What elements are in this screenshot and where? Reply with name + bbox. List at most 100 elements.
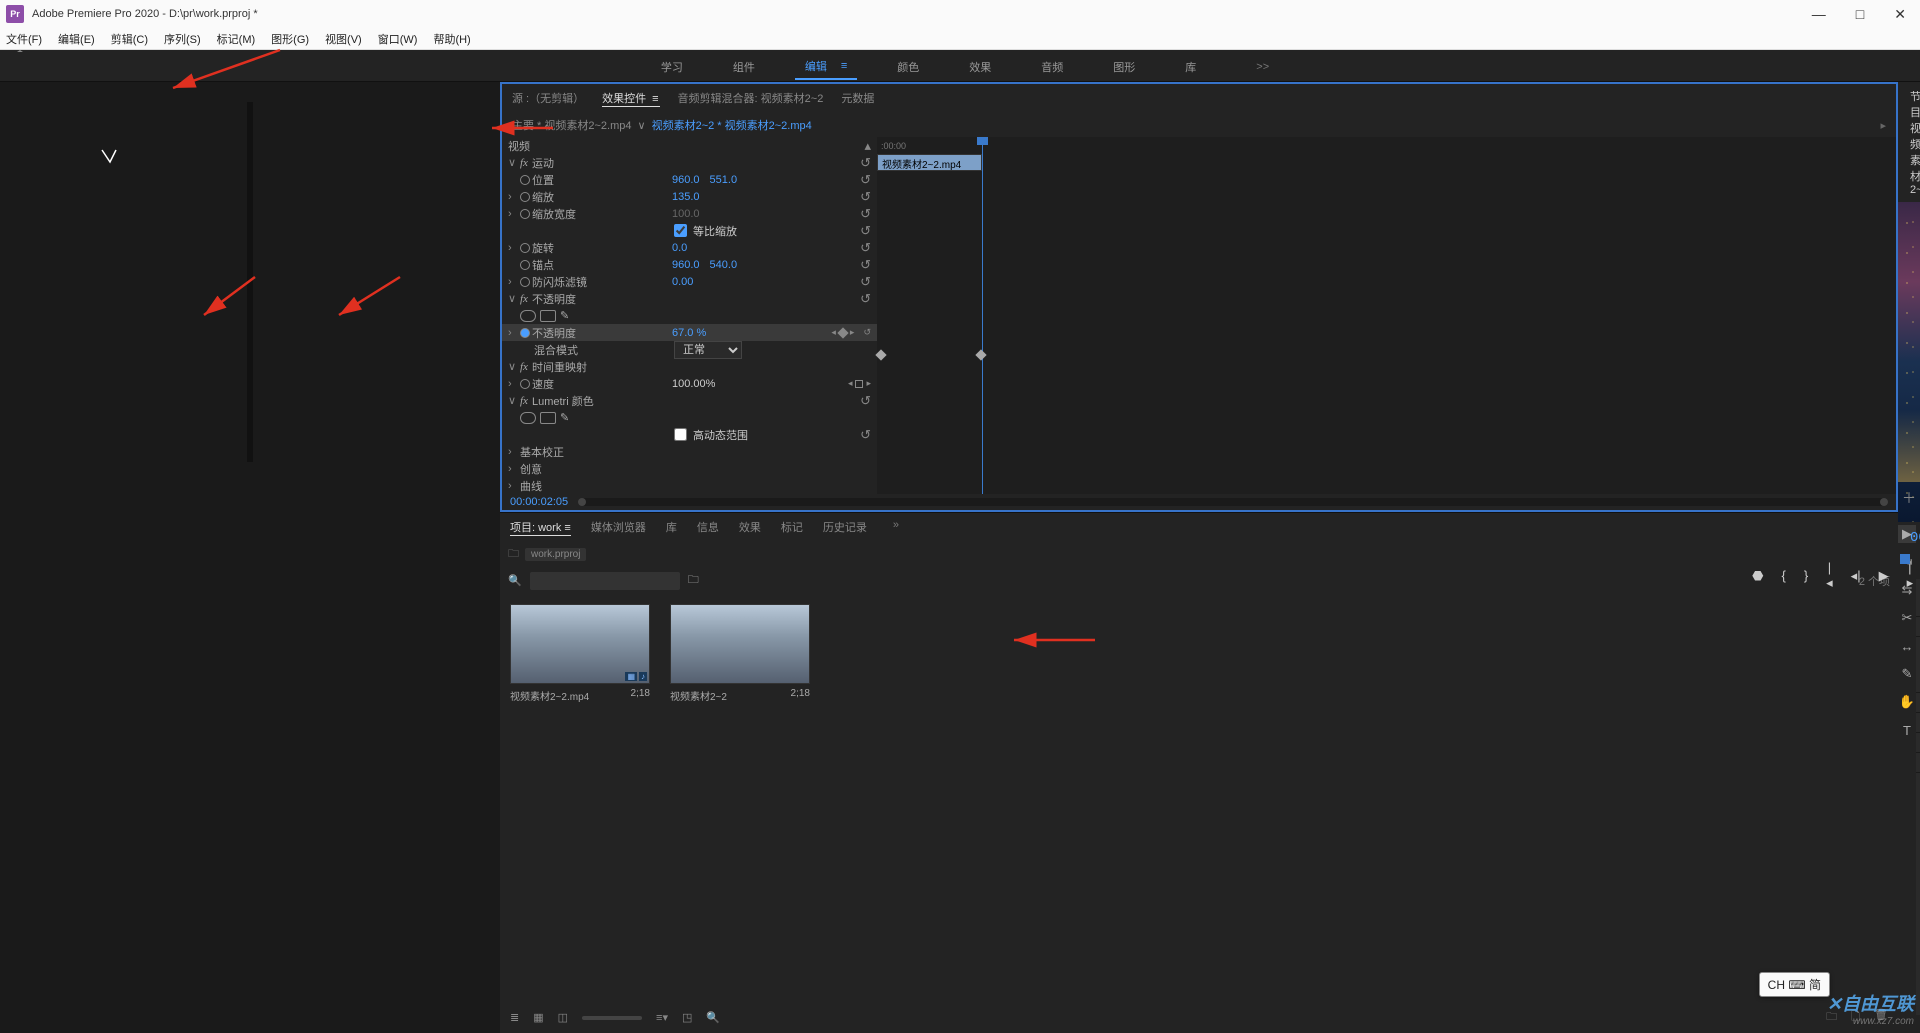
menu-clip[interactable]: 剪辑(C) [111, 31, 148, 47]
list-view-icon[interactable]: ≣ [510, 1011, 519, 1024]
razor-tool[interactable]: ✂ [1898, 609, 1916, 627]
auto-seq-icon[interactable]: ◳ [682, 1011, 692, 1024]
pen-mask-icon[interactable]: ✎ [560, 411, 569, 424]
type-tool[interactable]: T [1898, 721, 1916, 739]
ws-effects[interactable]: 效果 [959, 55, 1001, 79]
pos-y[interactable]: 551.0 [710, 174, 738, 186]
reset-icon[interactable]: ↺ [860, 274, 871, 290]
prop-hdr[interactable]: 高动态范围↺ [502, 426, 877, 443]
track-v2[interactable]: 🔒V2▣👁 [1916, 617, 1920, 637]
pen-tool[interactable]: ✎ [1898, 665, 1916, 683]
bracket-out-icon[interactable]: } [1804, 568, 1808, 583]
tab-info[interactable]: 信息 [697, 519, 719, 536]
anchor-y[interactable]: 540.0 [710, 259, 738, 271]
menu-help[interactable]: 帮助(H) [433, 31, 470, 47]
stopwatch-icon[interactable] [520, 243, 530, 253]
tab-source[interactable]: 源 :（无剪辑） [512, 90, 584, 107]
prop-uniform-scale[interactable]: 等比缩放↺ [502, 222, 877, 239]
lumetri-basic[interactable]: ›基本校正 [502, 443, 877, 460]
fx-clip-bar[interactable]: 视频素材2~2.mp4 [877, 154, 982, 171]
fx-timeline[interactable]: :00:00 视频素材2~2.mp4 [877, 137, 1896, 494]
menu-window[interactable]: 窗口(W) [378, 31, 418, 47]
bracket-in-icon[interactable]: { [1781, 568, 1785, 583]
uniform-checkbox[interactable] [674, 224, 687, 237]
reset-icon[interactable]: ↺ [860, 223, 871, 239]
search-input[interactable] [530, 572, 680, 590]
track-a1[interactable]: 🔒A1MS🎤 [1916, 693, 1920, 713]
rect-mask-icon[interactable] [540, 412, 556, 424]
track-a3[interactable]: 🔒A3MS🎤 [1916, 733, 1920, 753]
minimize-button[interactable]: — [1812, 6, 1826, 23]
next-kf-icon[interactable]: ▸ [850, 327, 855, 338]
prop-speed[interactable]: ›速度100.00% ◂▸ [502, 375, 877, 392]
fx-opacity[interactable]: ∨fx不透明度↺ [502, 290, 877, 307]
freeform-view-icon[interactable]: ◫ [558, 1011, 568, 1024]
keyframe-diamond[interactable] [875, 349, 886, 360]
track-v1[interactable]: 🔒 V1 视频1 ◂◇▸ [1916, 637, 1920, 693]
track-mix[interactable]: 🔒主声道0.0▸◂ [1916, 753, 1920, 773]
prop-rotation[interactable]: ›旋转0.0↺ [502, 239, 877, 256]
prop-anchor[interactable]: 锚点960.0540.0↺ [502, 256, 877, 273]
playhead-icon[interactable] [1900, 554, 1910, 564]
blend-mode-select[interactable]: 正常 [674, 341, 742, 359]
reset-icon[interactable]: ↺ [860, 240, 871, 256]
add-kf-icon[interactable] [837, 327, 848, 338]
reset-icon[interactable]: ↺ [860, 172, 871, 188]
scale-value[interactable]: 135.0 [672, 191, 700, 203]
pen-mask-icon[interactable]: ✎ [560, 309, 569, 322]
tab-libraries[interactable]: 库 [666, 519, 677, 536]
fx-playhead[interactable] [982, 137, 983, 494]
rotation-value[interactable]: 0.0 [672, 242, 687, 254]
menu-graphics[interactable]: 图形(G) [271, 31, 309, 47]
ws-libraries[interactable]: 库 [1175, 55, 1206, 79]
tab-metadata[interactable]: 元数据 [841, 90, 874, 107]
track-a2[interactable]: 🔒A2MS🎤 [1916, 713, 1920, 733]
ws-overflow-icon[interactable] [1236, 61, 1269, 73]
reset-icon[interactable]: ↺ [860, 291, 871, 307]
panel-menu-icon[interactable]: ≡ [652, 93, 659, 105]
menu-edit[interactable]: 编辑(E) [58, 31, 95, 47]
rect-mask-icon[interactable] [540, 310, 556, 322]
sequence-label[interactable]: 视频素材2~2 * 视频素材2~2.mp4 [652, 117, 812, 133]
speed-value[interactable]: 100.00% [672, 378, 715, 390]
ellipse-mask-icon[interactable] [520, 310, 536, 322]
reset-icon[interactable]: ↺ [863, 327, 871, 338]
tab-effects[interactable]: 效果 [739, 519, 761, 536]
tab-markers[interactable]: 标记 [781, 519, 803, 536]
overflow-icon[interactable]: » [893, 519, 899, 536]
fx-scrollbar[interactable] [578, 498, 1888, 506]
go-to-in-button[interactable]: |◂ [1826, 560, 1833, 591]
reset-icon[interactable]: ↺ [860, 427, 871, 443]
step-back-button[interactable]: ◂| [1851, 568, 1861, 584]
clip-thumbnail[interactable]: ▦♪ [510, 604, 650, 684]
prop-blend[interactable]: 混合模式正常 [502, 341, 877, 358]
stopwatch-active-icon[interactable] [520, 328, 530, 338]
flicker-value[interactable]: 0.00 [672, 276, 693, 288]
ellipse-mask-icon[interactable] [520, 412, 536, 424]
track-v3[interactable]: 🔒V3▣👁 [1916, 597, 1920, 617]
program-view[interactable] [1898, 202, 1920, 522]
reset-icon[interactable]: ↺ [860, 189, 871, 205]
fx-timecode[interactable]: 00:00:02:05 [510, 496, 568, 508]
opacity-value[interactable]: 67.0 % [672, 327, 706, 339]
close-button[interactable]: ✕ [1894, 6, 1906, 23]
fx-timeremap[interactable]: ∨fx时间重映射 [502, 358, 877, 375]
tab-media-browser[interactable]: 媒体浏览器 [591, 519, 646, 536]
lumetri-curves[interactable]: ›曲线 [502, 477, 877, 494]
menu-file[interactable]: 文件(F) [6, 31, 42, 47]
fx-motion[interactable]: ∨fx运动↺ [502, 154, 877, 171]
clip-thumbnail[interactable] [670, 604, 810, 684]
lumetri-creative[interactable]: ›创意 [502, 460, 877, 477]
ws-audio[interactable]: 音频 [1031, 55, 1073, 79]
ws-editing[interactable]: 编辑≡ [795, 54, 857, 80]
prev-kf-icon[interactable]: ◂ [831, 327, 836, 338]
stopwatch-icon[interactable] [520, 260, 530, 270]
tab-effect-controls[interactable]: 效果控件≡ [602, 90, 659, 107]
prop-opacity[interactable]: ›不透明度67.0 % ◂▸↺ [502, 324, 877, 341]
ws-assembly[interactable]: 组件 [723, 55, 765, 79]
filter-icon[interactable]: 🗀 [688, 571, 699, 590]
bin-icon[interactable]: 🗀 [508, 545, 519, 564]
hand-tool[interactable]: ✋ [1898, 693, 1916, 711]
reset-icon[interactable]: ↺ [860, 257, 871, 273]
stopwatch-icon[interactable] [520, 277, 530, 287]
